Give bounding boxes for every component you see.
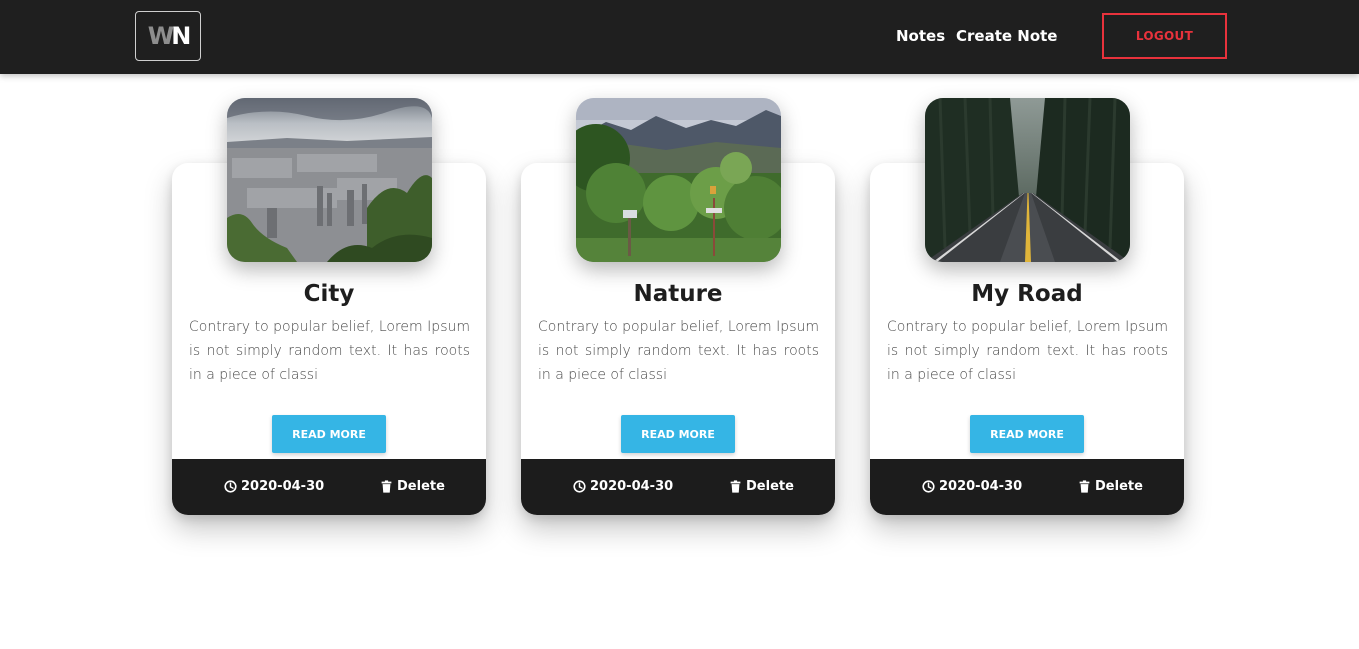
clock-icon [224, 480, 237, 493]
clock-icon [573, 480, 586, 493]
nav-create-note-link[interactable]: Create Note [956, 27, 1057, 45]
read-more-button[interactable]: READ MORE [970, 415, 1084, 453]
card-title: My Road [971, 281, 1083, 307]
note-card-nature: Nature Contrary to popular belief, Lorem… [521, 98, 835, 515]
read-more-button[interactable]: READ MORE [272, 415, 386, 453]
road-image [925, 98, 1130, 262]
delete-button[interactable]: Delete [1078, 479, 1143, 494]
logout-button[interactable]: LOGOUT [1102, 13, 1227, 59]
note-card-my-road: My Road Contrary to popular belief, Lore… [870, 98, 1184, 515]
logo-letter-w: W [147, 22, 175, 50]
clock-icon [922, 480, 935, 493]
delete-label: Delete [397, 479, 445, 494]
read-more-button[interactable]: READ MORE [621, 415, 735, 453]
card-footer: 2020-04-30 Delete [521, 459, 835, 515]
card-date-text: 2020-04-30 [241, 479, 325, 494]
trash-icon [729, 480, 742, 493]
card-footer: 2020-04-30 Delete [870, 459, 1184, 515]
card-title: City [303, 281, 355, 307]
delete-button[interactable]: Delete [729, 479, 794, 494]
trash-icon [380, 480, 393, 493]
card-title: Nature [633, 281, 723, 307]
trash-icon [1078, 480, 1091, 493]
card-date-text: 2020-04-30 [590, 479, 674, 494]
delete-label: Delete [746, 479, 794, 494]
city-image [227, 98, 432, 262]
logo-letter-n: N [171, 22, 191, 50]
card-date: 2020-04-30 [922, 479, 1022, 494]
app-logo[interactable]: WN [135, 11, 201, 61]
delete-label: Delete [1095, 479, 1143, 494]
navbar: WN Notes Create Note LOGOUT [0, 0, 1359, 74]
card-description: Contrary to popular belief, Lorem Ipsum … [538, 319, 819, 383]
card-date: 2020-04-30 [224, 479, 324, 494]
card-date: 2020-04-30 [573, 479, 673, 494]
card-date-text: 2020-04-30 [939, 479, 1023, 494]
delete-button[interactable]: Delete [380, 479, 445, 494]
note-card-city: City Contrary to popular belief, Lorem I… [172, 98, 486, 515]
nature-image [576, 98, 781, 262]
card-description: Contrary to popular belief, Lorem Ipsum … [887, 319, 1168, 383]
card-footer: 2020-04-30 Delete [172, 459, 486, 515]
card-description: Contrary to popular belief, Lorem Ipsum … [189, 319, 470, 383]
nav-notes-link[interactable]: Notes [896, 27, 945, 45]
